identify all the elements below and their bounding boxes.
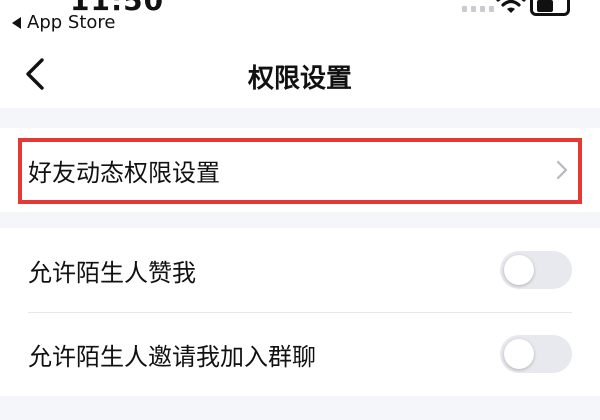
allow-stranger-likes-row: 允许陌生人赞我	[0, 228, 600, 312]
navigation-bar: 权限设置	[0, 44, 600, 108]
allow-stranger-group-invite-toggle[interactable]	[500, 335, 572, 373]
friend-feed-permission-row[interactable]: 好友动态权限设置	[0, 128, 600, 212]
back-to-app-label: App Store	[27, 12, 116, 33]
allow-stranger-group-invite-label: 允许陌生人邀请我加入群聊	[28, 342, 316, 371]
settings-section-strangers: 允许陌生人赞我 允许陌生人邀请我加入群聊	[0, 228, 600, 396]
signal-icon	[462, 6, 494, 12]
back-triangle-icon	[12, 16, 21, 29]
allow-stranger-group-invite-row: 允许陌生人邀请我加入群聊	[0, 312, 600, 396]
allow-stranger-likes-label: 允许陌生人赞我	[28, 258, 196, 287]
page-title: 权限设置	[247, 64, 352, 94]
status-bar: 11:50 App Store	[0, 0, 600, 44]
toggle-knob	[504, 255, 534, 285]
allow-stranger-likes-toggle[interactable]	[500, 251, 572, 289]
settings-section-friends: 好友动态权限设置	[0, 128, 600, 212]
toggle-knob	[504, 339, 534, 369]
friend-feed-permission-label: 好友动态权限设置	[28, 158, 220, 187]
chevron-right-icon	[556, 160, 568, 180]
back-to-app-store-link[interactable]: App Store	[12, 12, 115, 33]
wifi-icon	[496, 0, 526, 13]
battery-icon	[530, 0, 570, 16]
